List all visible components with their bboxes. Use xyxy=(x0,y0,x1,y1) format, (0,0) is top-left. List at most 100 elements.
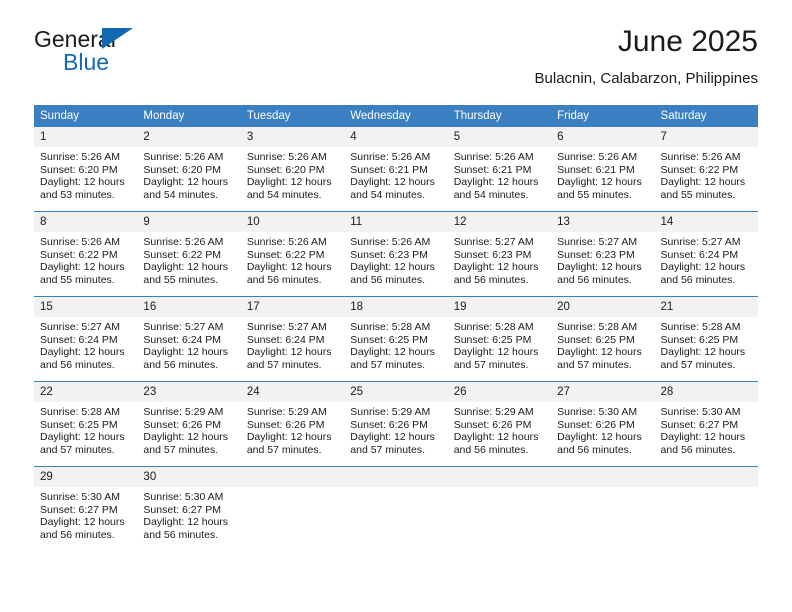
day-cell[interactable]: 12 Sunrise: 5:27 AM Sunset: 6:23 PM Dayligh… xyxy=(447,211,552,297)
sunset-text: Sunset: 6:20 PM xyxy=(143,163,222,176)
day-details: Sunrise: 5:27 AM Sunset: 6:24 PM Daylight:… xyxy=(34,317,137,371)
daylight-text-line2: and 57 minutes. xyxy=(40,443,115,456)
day-number: 11 xyxy=(344,212,448,232)
day-cell[interactable]: 27 Sunrise: 5:30 AM Sunset: 6:26 PM Dayligh… xyxy=(551,381,655,467)
day-number: 30 xyxy=(137,467,241,487)
sunset-text: Sunset: 6:22 PM xyxy=(660,163,739,176)
daylight-text-line1: Daylight: 12 hours xyxy=(40,516,125,529)
day-cell[interactable]: 29 Sunrise: 5:30 AM Sunset: 6:27 PM Dayligh… xyxy=(34,466,138,551)
sunset-text: Sunset: 6:22 PM xyxy=(143,248,222,261)
daylight-text-line2: and 55 minutes. xyxy=(660,188,736,201)
day-cell[interactable]: 6 Sunrise: 5:26 AM Sunset: 6:21 PM Daylight… xyxy=(551,127,655,212)
day-cell-empty xyxy=(240,466,345,551)
day-number: 12 xyxy=(447,212,552,232)
day-number: 13 xyxy=(551,212,655,232)
week-row: 1 Sunrise: 5:26 AM Sunset: 6:20 PM Daylight… xyxy=(34,127,758,212)
sunrise-text: Sunrise: 5:26 AM xyxy=(350,151,431,163)
page-header: General Blue June 2025 Bulacnin, Calabar… xyxy=(34,25,758,98)
sunrise-text: Sunrise: 5:28 AM xyxy=(557,321,638,333)
weekday-header-wednesday: Wednesday xyxy=(344,105,448,127)
daylight-text-line2: and 57 minutes. xyxy=(246,358,322,371)
sunrise-text: Sunrise: 5:30 AM xyxy=(40,491,120,503)
brand-logo[interactable]: General Blue xyxy=(34,26,264,84)
day-cell[interactable]: 14 Sunrise: 5:27 AM Sunset: 6:24 PM Dayligh… xyxy=(654,211,758,297)
daylight-text-line1: Daylight: 12 hours xyxy=(143,346,229,359)
sunset-text: Sunset: 6:26 PM xyxy=(246,418,325,431)
sunrise-text: Sunrise: 5:26 AM xyxy=(350,236,431,248)
sunset-text: Sunset: 6:22 PM xyxy=(40,248,118,261)
daylight-text-line2: and 56 minutes. xyxy=(453,273,529,286)
day-cell[interactable]: 18 Sunrise: 5:28 AM Sunset: 6:25 PM Dayligh… xyxy=(344,296,448,382)
calendar-page: General Blue June 2025 Bulacnin, Calabar… xyxy=(0,0,792,612)
day-cell[interactable]: 2 Sunrise: 5:26 AM Sunset: 6:20 PM Daylight… xyxy=(137,127,241,212)
daylight-text-line2: and 55 minutes. xyxy=(143,273,219,286)
day-cell[interactable]: 26 Sunrise: 5:29 AM Sunset: 6:26 PM Dayligh… xyxy=(447,381,552,467)
day-details: Sunrise: 5:28 AM Sunset: 6:25 PM Daylight:… xyxy=(448,317,551,371)
daylight-text-line1: Daylight: 12 hours xyxy=(453,261,539,274)
day-cell[interactable]: 4 Sunrise: 5:26 AM Sunset: 6:21 PM Daylight… xyxy=(344,127,448,212)
daylight-text-line1: Daylight: 12 hours xyxy=(660,261,746,274)
daylight-text-line1: Daylight: 12 hours xyxy=(557,176,642,189)
day-cell[interactable]: 13 Sunrise: 5:27 AM Sunset: 6:23 PM Dayligh… xyxy=(551,211,655,297)
day-cell[interactable]: 7 Sunrise: 5:26 AM Sunset: 6:22 PM Daylight… xyxy=(654,127,758,212)
day-cell[interactable]: 28 Sunrise: 5:30 AM Sunset: 6:27 PM Dayligh… xyxy=(654,381,758,467)
daylight-text-line1: Daylight: 12 hours xyxy=(40,431,125,444)
day-number: 5 xyxy=(447,127,552,147)
day-number: 6 xyxy=(551,127,655,147)
day-cell[interactable]: 24 Sunrise: 5:29 AM Sunset: 6:26 PM Dayligh… xyxy=(240,381,345,467)
sunrise-text: Sunrise: 5:27 AM xyxy=(557,236,638,248)
day-cell[interactable]: 25 Sunrise: 5:29 AM Sunset: 6:26 PM Dayligh… xyxy=(344,381,448,467)
day-details: Sunrise: 5:26 AM Sunset: 6:22 PM Daylight:… xyxy=(34,232,137,286)
daylight-text-line2: and 56 minutes. xyxy=(246,273,322,286)
day-cell[interactable]: 1 Sunrise: 5:26 AM Sunset: 6:20 PM Daylight… xyxy=(34,127,138,212)
day-number: 8 xyxy=(34,212,138,232)
day-number-empty xyxy=(240,467,345,487)
sunrise-text: Sunrise: 5:28 AM xyxy=(350,321,431,333)
day-cell[interactable]: 21 Sunrise: 5:28 AM Sunset: 6:25 PM Dayligh… xyxy=(654,296,758,382)
day-number-empty xyxy=(654,467,758,487)
sunrise-text: Sunrise: 5:27 AM xyxy=(453,236,534,248)
day-cell[interactable]: 10 Sunrise: 5:26 AM Sunset: 6:22 PM Dayligh… xyxy=(240,211,345,297)
day-number: 4 xyxy=(344,127,448,147)
day-details: Sunrise: 5:28 AM Sunset: 6:25 PM Daylight:… xyxy=(551,317,654,371)
day-cell[interactable]: 5 Sunrise: 5:26 AM Sunset: 6:21 PM Daylight… xyxy=(447,127,552,212)
daylight-text-line1: Daylight: 12 hours xyxy=(453,346,539,359)
sunrise-text: Sunrise: 5:26 AM xyxy=(557,151,638,163)
day-cell-empty xyxy=(447,466,552,551)
daylight-text-line1: Daylight: 12 hours xyxy=(246,261,332,274)
daylight-text-line2: and 57 minutes. xyxy=(557,358,632,371)
day-details: Sunrise: 5:29 AM Sunset: 6:26 PM Daylight:… xyxy=(137,402,240,456)
daylight-text-line1: Daylight: 12 hours xyxy=(557,261,642,274)
sunset-text: Sunset: 6:25 PM xyxy=(40,418,118,431)
day-details: Sunrise: 5:30 AM Sunset: 6:27 PM Daylight:… xyxy=(34,487,137,541)
day-details: Sunrise: 5:27 AM Sunset: 6:23 PM Daylight:… xyxy=(551,232,654,286)
sunset-text: Sunset: 6:21 PM xyxy=(557,163,635,176)
day-number: 27 xyxy=(551,382,655,402)
day-cell[interactable]: 20 Sunrise: 5:28 AM Sunset: 6:25 PM Dayligh… xyxy=(551,296,655,382)
sunrise-text: Sunrise: 5:27 AM xyxy=(143,321,224,333)
daylight-text-line2: and 54 minutes. xyxy=(246,188,322,201)
day-cell[interactable]: 9 Sunrise: 5:26 AM Sunset: 6:22 PM Daylight… xyxy=(137,211,241,297)
day-cell[interactable]: 22 Sunrise: 5:28 AM Sunset: 6:25 PM Dayligh… xyxy=(34,381,138,467)
day-cell[interactable]: 8 Sunrise: 5:26 AM Sunset: 6:22 PM Daylight… xyxy=(34,211,138,297)
day-details: Sunrise: 5:26 AM Sunset: 6:21 PM Daylight:… xyxy=(448,147,551,201)
daylight-text-line2: and 57 minutes. xyxy=(246,443,322,456)
day-cell[interactable]: 30 Sunrise: 5:30 AM Sunset: 6:27 PM Dayligh… xyxy=(137,466,241,551)
day-number: 1 xyxy=(34,127,138,147)
day-cell[interactable]: 17 Sunrise: 5:27 AM Sunset: 6:24 PM Dayligh… xyxy=(240,296,345,382)
day-cell[interactable]: 15 Sunrise: 5:27 AM Sunset: 6:24 PM Dayligh… xyxy=(34,296,138,382)
weekday-header-sunday: Sunday xyxy=(34,105,138,127)
daylight-text-line2: and 57 minutes. xyxy=(660,358,736,371)
daylight-text-line2: and 56 minutes. xyxy=(143,358,219,371)
day-cell[interactable]: 19 Sunrise: 5:28 AM Sunset: 6:25 PM Dayligh… xyxy=(447,296,552,382)
day-cell[interactable]: 23 Sunrise: 5:29 AM Sunset: 6:26 PM Dayligh… xyxy=(137,381,241,467)
daylight-text-line1: Daylight: 12 hours xyxy=(40,176,125,189)
day-cell-empty xyxy=(551,466,655,551)
day-number-empty xyxy=(344,467,448,487)
day-cell[interactable]: 3 Sunrise: 5:26 AM Sunset: 6:20 PM Daylight… xyxy=(240,127,345,212)
day-cell[interactable]: 16 Sunrise: 5:27 AM Sunset: 6:24 PM Dayligh… xyxy=(137,296,241,382)
daylight-text-line1: Daylight: 12 hours xyxy=(143,516,229,529)
day-details: Sunrise: 5:26 AM Sunset: 6:22 PM Daylight:… xyxy=(655,147,758,201)
day-cell[interactable]: 11 Sunrise: 5:26 AM Sunset: 6:23 PM Dayligh… xyxy=(344,211,448,297)
sunset-text: Sunset: 6:26 PM xyxy=(453,418,532,431)
